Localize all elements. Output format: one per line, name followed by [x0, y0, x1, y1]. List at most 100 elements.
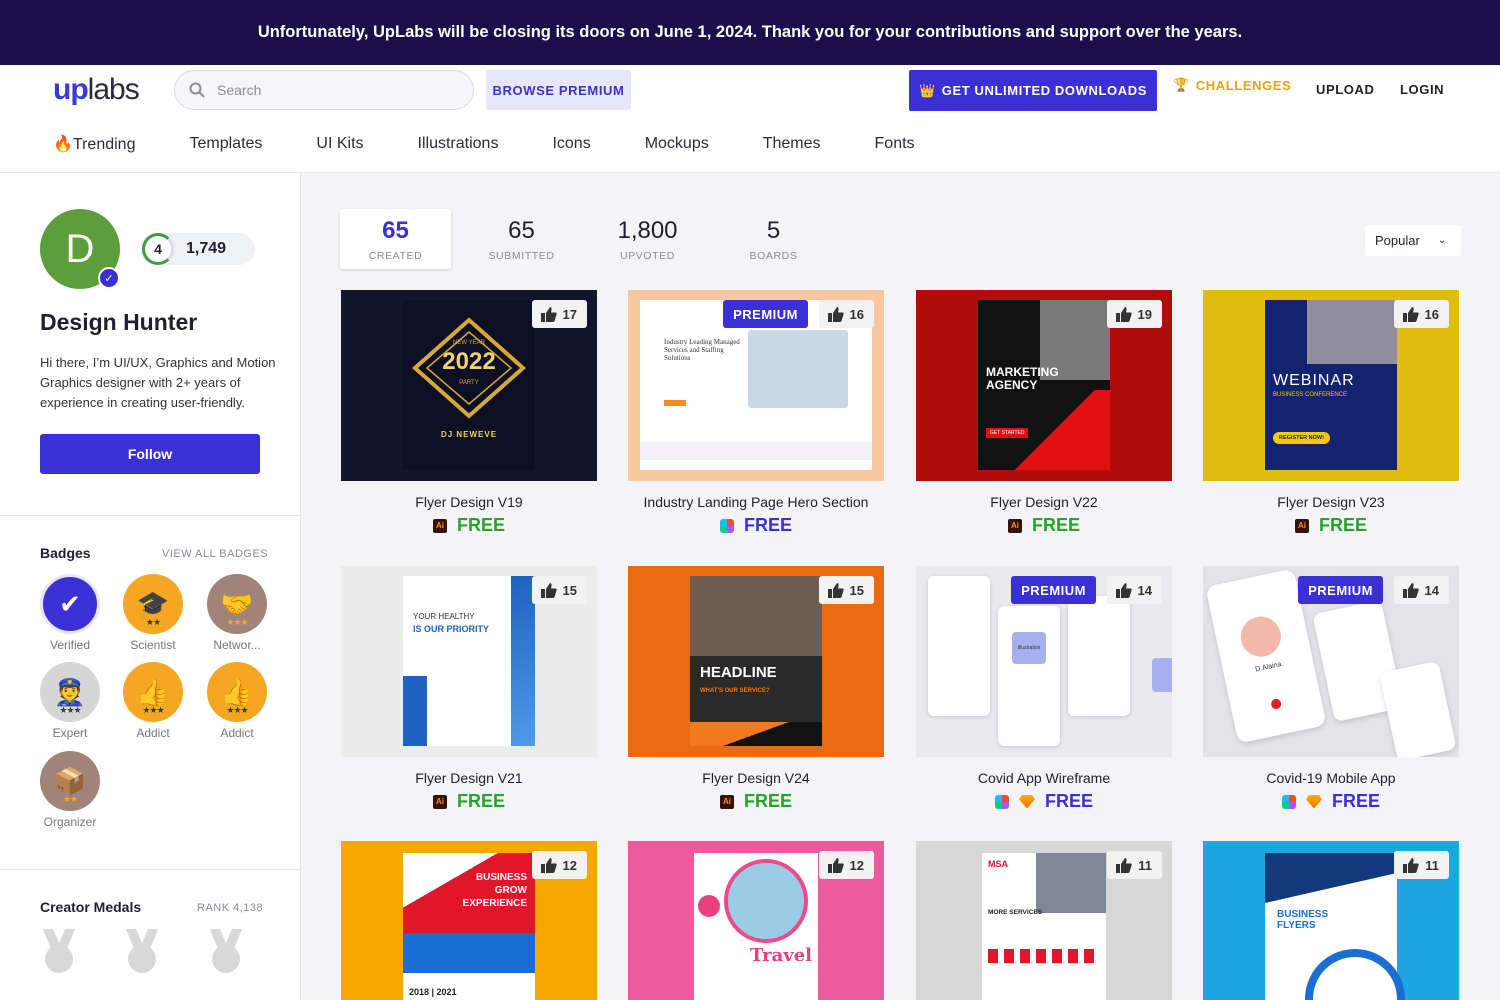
shot-thumbnail[interactable]: YOUR HEALTHY IS OUR PRIORITY 15: [341, 566, 597, 757]
like-button[interactable]: 14: [1393, 576, 1449, 604]
shot-title[interactable]: Covid-19 Mobile App: [1203, 770, 1459, 786]
shot-title[interactable]: Flyer Design V24: [628, 770, 884, 786]
poster-title: MORE SERVICES: [988, 909, 1043, 916]
sort-select[interactable]: Popular ⌄: [1365, 225, 1461, 256]
like-count: 12: [562, 857, 577, 873]
badge-addict-2[interactable]: 👍 ★★★ Addict: [207, 662, 267, 740]
nav-ui-kits[interactable]: UI Kits: [316, 135, 363, 153]
shot-card[interactable]: NEW YEAR 2022 PARTY DJ NEWEVE 17 Flyer De…: [341, 290, 597, 536]
price-label: FREE: [1318, 515, 1367, 535]
challenges-link[interactable]: 🏆 CHALLENGES: [1173, 77, 1291, 93]
karma-pill[interactable]: 4 1,749: [140, 233, 255, 265]
follow-button[interactable]: Follow: [40, 434, 260, 474]
shot-card[interactable]: HEADLINE WHAT'S OUR SERVICE? 15 Flyer Des…: [628, 566, 884, 812]
shot-thumbnail[interactable]: Illustration PREMIUM 14: [916, 566, 1172, 757]
badge-addict[interactable]: 👍 ★★★ Addict: [123, 662, 183, 740]
badge-label: Addict: [136, 726, 170, 740]
shot-thumbnail[interactable]: HEADLINE WHAT'S OUR SERVICE? 15: [628, 566, 884, 757]
shot-card[interactable]: WEBINAR BUSINESS CONFERENCE REGISTER NOW…: [1203, 290, 1459, 536]
divider: [0, 515, 300, 516]
shot-thumbnail[interactable]: BUSINESS GROW EXPERIENCE 2018 | 2021 12: [341, 841, 597, 1000]
like-button[interactable]: 11: [1394, 851, 1449, 879]
shot-card[interactable]: YOUR HEALTHY IS OUR PRIORITY 15 Flyer Des…: [341, 566, 597, 812]
shot-card[interactable]: BUSINESS GROW EXPERIENCE 2018 | 2021 12: [341, 841, 597, 1000]
shot-card[interactable]: Travel 12: [628, 841, 884, 1000]
stat-number: 65: [382, 216, 409, 244]
stats-bar: 65 CREATED 65 SUBMITTED 1,800 UPVOTED 5 BOAR…: [340, 209, 844, 269]
like-button[interactable]: 12: [818, 851, 874, 879]
badge-scientist[interactable]: 🎓 ★★ Scientist: [123, 574, 183, 652]
karma-points: 1,749: [186, 240, 227, 257]
get-unlimited-label: GET UNLIMITED DOWNLOADS: [941, 83, 1147, 98]
shot-thumbnail[interactable]: MSA MORE SERVICES 11: [916, 841, 1172, 1000]
thumbs-up-icon: [1116, 857, 1132, 873]
shot-thumbnail[interactable]: WEBINAR BUSINESS CONFERENCE REGISTER NOW…: [1203, 290, 1459, 481]
stat-label: SUBMITTED: [488, 249, 555, 262]
like-button[interactable]: 15: [531, 576, 587, 604]
shot-card[interactable]: Illustration PREMIUM 14 Covid App Wirefram…: [916, 566, 1172, 812]
shot-thumbnail[interactable]: Travel 12: [628, 841, 884, 1000]
nav-templates[interactable]: Templates: [189, 135, 262, 153]
shot-title[interactable]: Covid App Wireframe: [916, 770, 1172, 786]
shot-thumbnail[interactable]: NEW YEAR 2022 PARTY DJ NEWEVE 17: [341, 290, 597, 481]
closing-banner: Unfortunately, UpLabs will be closing it…: [0, 0, 1500, 65]
shot-card[interactable]: D.Alaina PREMIUM 14 Covid-19 Mobile App FRE…: [1203, 566, 1459, 812]
stat-boards-tab[interactable]: 5 BOARDS: [718, 209, 829, 269]
badge-label: Addict: [220, 726, 254, 740]
shot-title[interactable]: Flyer Design V23: [1203, 494, 1459, 510]
end-call-dot: [1270, 697, 1283, 710]
shot-title[interactable]: Flyer Design V21: [341, 770, 597, 786]
get-unlimited-downloads-button[interactable]: 👑 GET UNLIMITED DOWNLOADS: [909, 70, 1157, 111]
sketch-icon: [1018, 794, 1035, 809]
upload-link[interactable]: UPLOAD: [1316, 82, 1375, 97]
thumbs-up-icon: [827, 306, 844, 322]
stat-submitted-tab[interactable]: 65 SUBMITTED: [466, 209, 577, 269]
shot-title[interactable]: Flyer Design V22: [916, 494, 1172, 510]
poster-shape: [403, 676, 427, 746]
stat-number: 1,800: [617, 216, 678, 244]
badge-organizer[interactable]: 📦 ★★ Organizer: [40, 751, 100, 829]
uplabs-logo[interactable]: up labs: [53, 73, 173, 107]
stat-created-tab[interactable]: 65 CREATED: [340, 209, 451, 269]
like-button[interactable]: 19: [1106, 300, 1162, 328]
nav-fonts[interactable]: Fonts: [875, 135, 915, 153]
shot-card[interactable]: BUSINESS FLYERS 11: [1203, 841, 1459, 1000]
like-button[interactable]: 15: [818, 576, 874, 604]
like-button[interactable]: 16: [1393, 300, 1449, 328]
browse-premium-button[interactable]: BROWSE PREMIUM: [486, 70, 631, 110]
poster: HEADLINE WHAT'S OUR SERVICE?: [690, 576, 822, 746]
figma-icon: [719, 518, 734, 533]
shot-title[interactable]: Industry Landing Page Hero Section: [628, 494, 884, 510]
price-label: FREE: [743, 515, 792, 535]
like-button[interactable]: 12: [531, 851, 587, 879]
like-button[interactable]: 16: [818, 300, 874, 328]
nav-trending[interactable]: 🔥Trending: [53, 134, 135, 154]
premium-badge: PREMIUM: [1298, 576, 1383, 604]
shot-card[interactable]: MARKETING AGENCY GET STARTED 19 Flyer Des…: [916, 290, 1172, 536]
shot-title[interactable]: Flyer Design V19: [341, 494, 597, 510]
shot-thumbnail[interactable]: MARKETING AGENCY GET STARTED 19: [916, 290, 1172, 481]
badge-verified[interactable]: ✔ Verified: [40, 574, 100, 652]
nav-icons[interactable]: Icons: [552, 135, 590, 153]
nav-themes[interactable]: Themes: [763, 135, 821, 153]
badges-title: Badges: [40, 545, 91, 561]
doctor-name: D.Alaina: [1254, 661, 1283, 674]
thumbs-up-icon: [1402, 582, 1419, 598]
shot-card[interactable]: Industry Leading Managed Services and St…: [628, 290, 884, 536]
badge-networker[interactable]: 🤝 ★★★ Networ...: [207, 574, 267, 652]
nav-mockups[interactable]: Mockups: [645, 135, 709, 153]
shot-thumbnail[interactable]: BUSINESS FLYERS 11: [1203, 841, 1459, 1000]
stat-number: 5: [766, 216, 781, 244]
shot-thumbnail[interactable]: D.Alaina PREMIUM 14: [1203, 566, 1459, 757]
shot-thumbnail[interactable]: Industry Leading Managed Services and St…: [628, 290, 884, 481]
like-button[interactable]: 17: [531, 300, 587, 328]
view-all-badges-link[interactable]: VIEW ALL BADGES: [162, 548, 268, 560]
like-button[interactable]: 11: [1107, 851, 1162, 879]
login-link[interactable]: LOGIN: [1400, 82, 1444, 97]
nav-illustrations[interactable]: Illustrations: [418, 135, 499, 153]
stat-upvoted-tab[interactable]: 1,800 UPVOTED: [592, 209, 703, 269]
like-button[interactable]: 14: [1106, 576, 1162, 604]
shot-card[interactable]: MSA MORE SERVICES 11: [916, 841, 1172, 1000]
badge-expert[interactable]: 👮 ★★★ Expert: [40, 662, 100, 740]
search-input[interactable]: Search: [174, 70, 474, 110]
